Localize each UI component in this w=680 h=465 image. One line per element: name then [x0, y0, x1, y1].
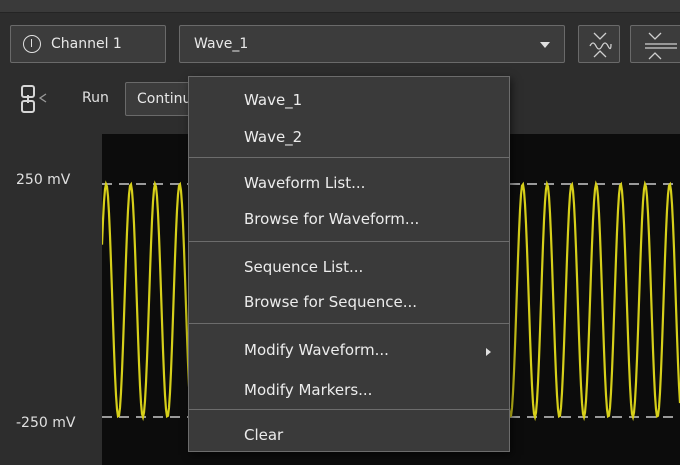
chevron-right-icon [486, 348, 491, 356]
menu-item-modify-waveform[interactable]: Modify Waveform... [244, 341, 389, 359]
run-label: Run [82, 90, 109, 106]
link-icon [21, 85, 47, 113]
collapse-icon [645, 32, 677, 60]
run-mode-value: Continuous [137, 91, 194, 107]
waveform-toggle-button[interactable] [578, 25, 620, 63]
marker-link-button[interactable] [18, 82, 66, 116]
chevron-down-icon [540, 42, 550, 48]
menu-separator [189, 409, 509, 410]
run-mode-select[interactable]: Continuous [125, 82, 195, 116]
menu-item-sequence-list[interactable]: Sequence List... [244, 258, 363, 276]
menu-item-browse-sequence[interactable]: Browse for Sequence... [244, 293, 417, 311]
collapse-view-button[interactable] [630, 25, 680, 63]
menu-separator [189, 241, 509, 242]
waveform-dropdown-menu: Wave_1 Wave_2 Waveform List... Browse fo… [188, 76, 510, 452]
y-min-label: -250 mV [16, 415, 76, 431]
menu-separator [189, 323, 509, 324]
channel-label: Channel 1 [51, 36, 122, 52]
power-icon [23, 35, 41, 53]
menu-item-browse-waveform[interactable]: Browse for Waveform... [244, 210, 419, 228]
waveform-select-value: Wave_1 [194, 36, 249, 52]
waveform-select[interactable]: Wave_1 [179, 25, 565, 63]
menu-item-waveform-list[interactable]: Waveform List... [244, 174, 365, 192]
menu-item-modify-markers[interactable]: Modify Markers... [244, 381, 372, 399]
menu-item-clear[interactable]: Clear [244, 426, 283, 444]
waveform-icon [589, 32, 612, 58]
menu-separator [189, 157, 509, 158]
channel-toggle-button[interactable]: Channel 1 [10, 25, 166, 63]
menu-item-wave-2[interactable]: Wave_2 [244, 128, 302, 146]
window-top-border [0, 0, 680, 13]
y-max-label: 250 mV [16, 172, 71, 188]
menu-item-wave-1[interactable]: Wave_1 [244, 91, 302, 109]
